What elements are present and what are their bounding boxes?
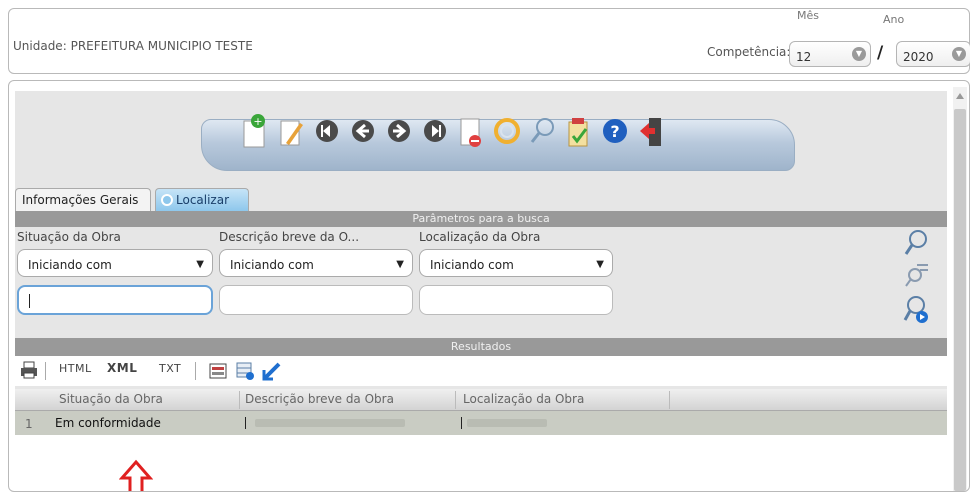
descricao-search-input[interactable] bbox=[219, 285, 413, 315]
search-go-icon[interactable] bbox=[903, 295, 929, 323]
mes-select[interactable]: 12 ▼ bbox=[789, 41, 871, 67]
divider bbox=[195, 362, 196, 380]
descricao-label: Descrição breve da O... bbox=[219, 230, 360, 244]
localizacao-cell-redacted bbox=[467, 419, 547, 427]
previous-record-icon[interactable] bbox=[348, 110, 378, 152]
export-xml-button[interactable]: XML bbox=[107, 361, 137, 375]
chevron-down-icon[interactable]: ▼ bbox=[852, 47, 866, 61]
vertical-scrollbar[interactable] bbox=[953, 87, 967, 491]
edit-icon[interactable] bbox=[276, 110, 306, 152]
results-toolbar: HTML XML TXT bbox=[15, 356, 947, 386]
export-txt-button[interactable]: TXT bbox=[159, 362, 181, 375]
column-divider bbox=[669, 391, 670, 409]
exit-icon[interactable] bbox=[636, 110, 666, 152]
tab-localizar[interactable]: Localizar bbox=[155, 188, 249, 211]
results-section-title: Resultados bbox=[15, 338, 947, 356]
results-grid-header: Situação da Obra Descrição breve da Obra… bbox=[15, 389, 947, 411]
results-empty-area bbox=[15, 435, 947, 491]
last-record-icon[interactable] bbox=[420, 110, 450, 152]
tab-label: Informações Gerais bbox=[22, 193, 139, 207]
annotation-arrow-icon bbox=[119, 459, 153, 491]
unit-text: Unidade: PREFEITURA MUNICIPIO TESTE bbox=[13, 39, 253, 53]
column-header[interactable]: Localização da Obra bbox=[463, 392, 584, 406]
record-toolbar: + ? bbox=[201, 114, 795, 171]
refresh-icon[interactable] bbox=[492, 110, 522, 152]
export-html-button[interactable]: HTML bbox=[59, 362, 92, 375]
ano-value: 2020 bbox=[903, 50, 934, 64]
row-number: 1 bbox=[25, 417, 33, 431]
columns-icon[interactable] bbox=[209, 363, 227, 382]
situacao-cell: Em conformidade bbox=[55, 416, 161, 430]
new-document-icon[interactable]: + bbox=[240, 110, 270, 152]
mes-label: Mês bbox=[797, 9, 819, 22]
search-icon bbox=[161, 194, 173, 206]
header-panel: Unidade: PREFEITURA MUNICIPIO TESTE Comp… bbox=[8, 8, 970, 74]
text-cursor bbox=[461, 417, 462, 429]
descricao-operator-select[interactable]: Iniciando com ▼ bbox=[219, 249, 413, 277]
situacao-operator-select[interactable]: Iniciando com ▼ bbox=[17, 249, 213, 277]
column-divider bbox=[455, 391, 456, 409]
svg-text:?: ? bbox=[610, 122, 619, 141]
ano-label: Ano bbox=[883, 13, 905, 26]
situacao-search-input[interactable] bbox=[17, 285, 213, 315]
delete-document-icon[interactable] bbox=[456, 110, 486, 152]
first-record-icon[interactable] bbox=[312, 110, 342, 152]
search-icon[interactable] bbox=[903, 229, 929, 257]
operator-value: Iniciando com bbox=[430, 258, 514, 272]
tab-informacoes-gerais[interactable]: Informações Gerais bbox=[15, 188, 151, 211]
ano-select[interactable]: 2020 ▼ bbox=[896, 41, 970, 67]
table-row[interactable]: 1 Em conformidade bbox=[15, 411, 947, 435]
help-icon[interactable]: ? bbox=[600, 110, 630, 152]
checklist-icon[interactable] bbox=[564, 110, 594, 152]
tab-label: Localizar bbox=[176, 193, 230, 207]
grid-settings-icon[interactable] bbox=[235, 361, 255, 384]
unit-label: Unidade: bbox=[13, 39, 67, 53]
print-icon[interactable] bbox=[19, 360, 39, 383]
situacao-label: Situação da Obra bbox=[17, 230, 121, 244]
column-divider bbox=[239, 391, 240, 409]
operator-value: Iniciando com bbox=[28, 258, 112, 272]
search-icon[interactable] bbox=[528, 110, 558, 152]
main-panel: + ? Informações Gerais Localizar Parâmet… bbox=[8, 80, 970, 492]
descricao-cell-redacted bbox=[255, 419, 405, 427]
text-caret bbox=[29, 294, 30, 308]
next-record-icon[interactable] bbox=[384, 110, 414, 152]
form-area: + ? Informações Gerais Localizar Parâmet… bbox=[15, 91, 947, 491]
chevron-down-icon: ▼ bbox=[196, 259, 204, 270]
select-record-icon[interactable] bbox=[261, 360, 283, 385]
localizacao-operator-select[interactable]: Iniciando com ▼ bbox=[419, 249, 613, 277]
column-header[interactable]: Situação da Obra bbox=[59, 392, 163, 406]
mes-value: 12 bbox=[796, 50, 812, 64]
scroll-up-icon[interactable] bbox=[956, 93, 964, 99]
text-cursor bbox=[245, 417, 246, 429]
localizacao-search-input[interactable] bbox=[419, 285, 613, 315]
divider bbox=[45, 362, 46, 380]
search-filter-icon[interactable] bbox=[903, 261, 929, 289]
column-header[interactable]: Descrição breve da Obra bbox=[245, 392, 394, 406]
chevron-down-icon[interactable]: ▼ bbox=[952, 47, 966, 61]
unit-value: PREFEITURA MUNICIPIO TESTE bbox=[70, 39, 253, 53]
search-section-title: Parâmetros para a busca bbox=[15, 211, 947, 227]
operator-value: Iniciando com bbox=[230, 258, 314, 272]
chevron-down-icon: ▼ bbox=[396, 259, 404, 270]
competencia-label: Competência: bbox=[707, 45, 791, 59]
chevron-down-icon: ▼ bbox=[596, 259, 604, 270]
svg-text:+: + bbox=[253, 115, 262, 128]
date-separator: / bbox=[877, 43, 884, 63]
localizacao-label: Localização da Obra bbox=[419, 230, 541, 244]
scroll-thumb[interactable] bbox=[954, 109, 966, 491]
